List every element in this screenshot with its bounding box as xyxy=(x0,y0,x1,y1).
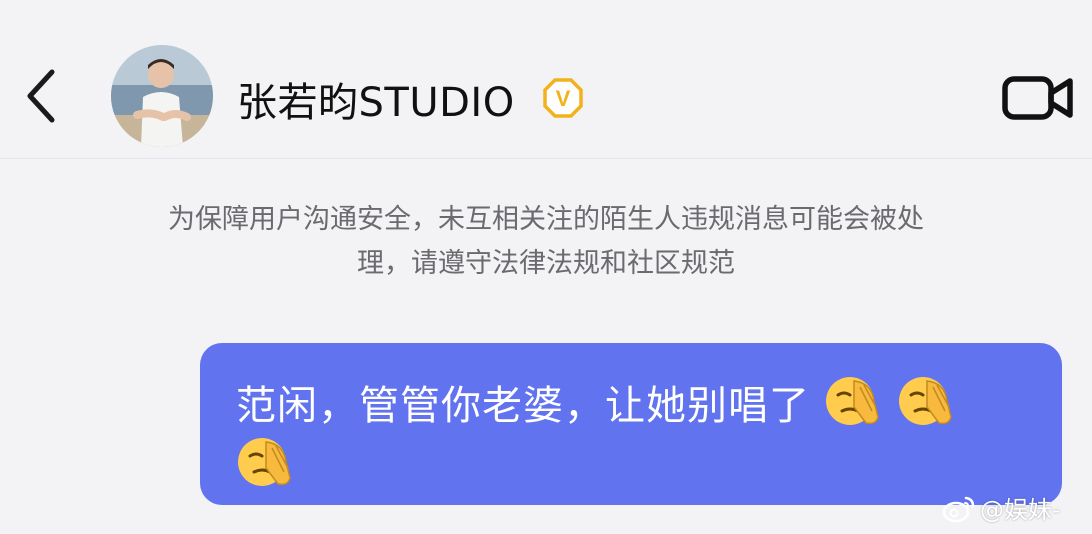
verified-badge-icon: V xyxy=(543,78,583,118)
face-palm-emoji xyxy=(238,438,291,486)
safety-notice: 为保障用户沟通安全，未互相关注的陌生人违规消息可能会被处 理，请遵守法律法规和社… xyxy=(110,198,982,286)
chevron-left-icon xyxy=(27,69,55,123)
chat-header: 张若昀STUDIO V xyxy=(0,0,1092,159)
face-palm-emoji xyxy=(899,377,953,425)
notice-line-1: 为保障用户沟通安全，未互相关注的陌生人违规消息可能会被处 xyxy=(168,204,924,235)
avatar[interactable] xyxy=(111,45,213,147)
verified-badge-letter: V xyxy=(556,86,571,111)
video-camera-icon xyxy=(1002,76,1073,120)
face-palm-emoji xyxy=(825,377,879,425)
watermark-text: @娱妹- xyxy=(980,496,1061,524)
avatar-image xyxy=(111,45,213,147)
contact-name[interactable]: 张若昀STUDIO xyxy=(237,70,515,128)
back-button[interactable] xyxy=(22,66,62,126)
watermark: @娱妹- xyxy=(942,490,1061,525)
notice-line-2: 理，请遵守法律法规和社区规范 xyxy=(357,248,735,279)
message-text: 范闲，管管你老婆，让她别唱了 xyxy=(236,383,810,429)
video-call-button[interactable] xyxy=(1002,73,1074,123)
sent-message-bubble[interactable]: 范闲，管管你老婆，让她别唱了 xyxy=(200,343,1062,505)
weibo-logo-icon xyxy=(942,496,975,523)
